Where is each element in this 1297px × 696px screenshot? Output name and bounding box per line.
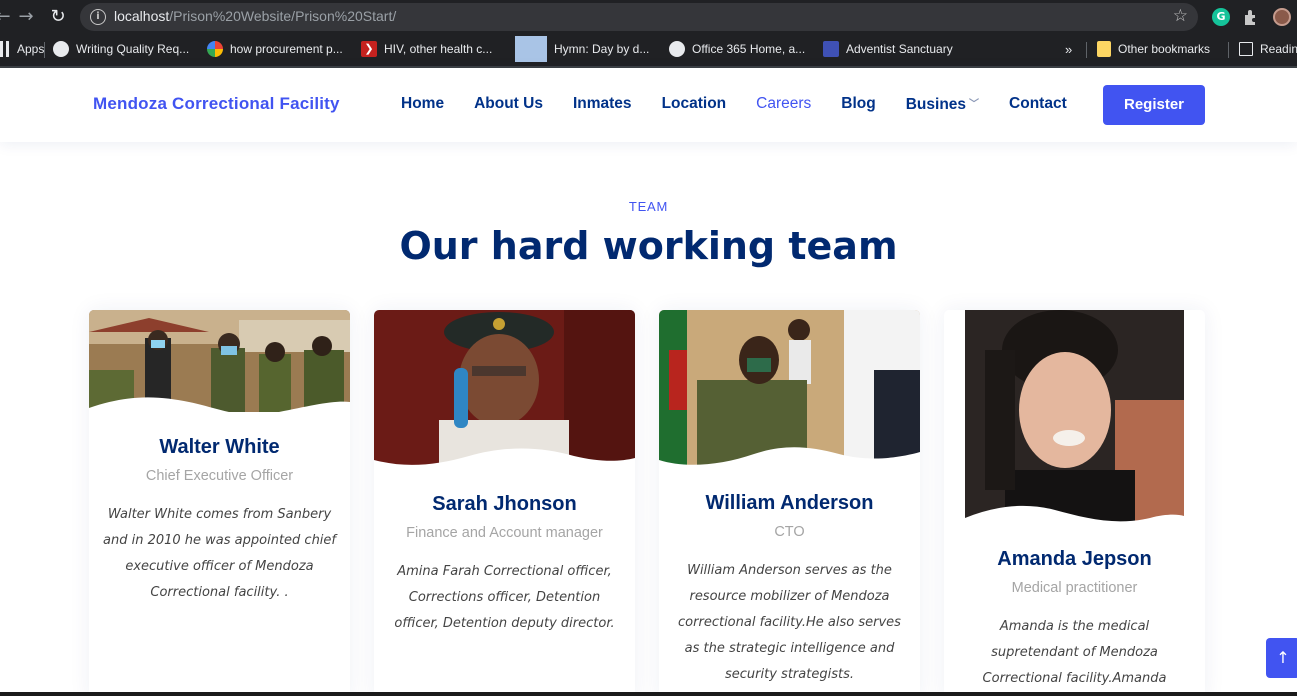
team-card: Sarah Jhonson Finance and Account manage… <box>374 310 635 696</box>
team-card: William Anderson CTO William Anderson se… <box>659 310 920 696</box>
nav-location[interactable]: Location <box>662 95 727 114</box>
forward-icon[interactable]: → <box>15 6 37 28</box>
globe-icon <box>53 41 69 57</box>
register-button[interactable]: Register <box>1103 85 1205 125</box>
back-to-top-button[interactable]: ↑ <box>1266 638 1297 678</box>
url-path: /Prison%20Website/Prison%20Start/ <box>169 8 397 24</box>
photo-smiling-woman <box>965 310 1184 522</box>
address-url[interactable]: localhost/Prison%20Website/Prison%20Star… <box>114 8 396 24</box>
member-bio: Walter White comes from Sanbery and in 2… <box>103 507 336 600</box>
apps-grid-icon <box>0 41 10 57</box>
member-role: Medical practitioner <box>1011 580 1138 596</box>
reload-icon[interactable]: ↻ <box>47 6 69 28</box>
section-title: Our hard working team <box>399 224 898 268</box>
nav-careers[interactable]: Careers <box>756 95 811 114</box>
globe-icon <box>669 41 685 57</box>
bookmark-writing-quality[interactable]: Writing Quality Req... <box>53 40 189 58</box>
hymn-thumbnail-icon <box>515 36 547 62</box>
address-bar[interactable]: i localhost/Prison%20Website/Prison%20St… <box>80 3 1198 31</box>
bookmark-label: Office 365 Home, a... <box>692 42 806 56</box>
back-icon[interactable]: ← <box>0 6 14 28</box>
nav-home[interactable]: Home <box>401 95 444 114</box>
bookmark-separator <box>1086 42 1087 58</box>
bookmark-office365[interactable]: Office 365 Home, a... <box>669 40 805 58</box>
extensions-puzzle-icon[interactable] <box>1242 8 1260 26</box>
member-bio: Amina Farah Correctional officer, Correc… <box>394 564 615 631</box>
overflow-chevron-icon: » <box>1065 41 1073 57</box>
bookmark-other[interactable]: Other bookmarks <box>1097 40 1210 58</box>
google-icon <box>207 41 223 57</box>
member-role: Finance and Account manager <box>406 525 603 541</box>
site-header: Mendoza Correctional Facility Home About… <box>0 68 1297 142</box>
member-role: CTO <box>774 524 805 540</box>
reading-list-icon <box>1239 42 1253 56</box>
profile-avatar-icon[interactable] <box>1273 8 1291 26</box>
bookmark-label: Hymn: Day by d... <box>554 42 650 56</box>
bookmark-label: Apps <box>17 42 45 56</box>
nav-inmates[interactable]: Inmates <box>573 95 632 114</box>
member-name: William Anderson <box>705 492 874 514</box>
browser-chrome: ← → ↻ i localhost/Prison%20Website/Priso… <box>0 0 1297 68</box>
bookmark-adventist[interactable]: Adventist Sanctuary <box>823 40 953 58</box>
nav-contact[interactable]: Contact <box>1009 95 1067 114</box>
bookmark-hymn[interactable]: Hymn: Day by d... <box>515 36 649 62</box>
bookmarks-overflow[interactable]: » <box>1065 40 1072 58</box>
red-chevron-icon: ❯ <box>361 41 377 57</box>
member-name: Sarah Jhonson <box>432 493 577 515</box>
member-name: Amanda Jepson <box>997 548 1152 570</box>
member-name: Walter White <box>159 436 280 458</box>
bookmarks-bar: Apps Writing Quality Req... how procurem… <box>0 34 1297 64</box>
bookmark-label: how procurement p... <box>230 42 343 56</box>
member-bio: Amanda is the medical supretendant of Me… <box>982 619 1167 686</box>
wave-divider <box>374 448 635 474</box>
member-photo <box>965 310 1184 522</box>
section-label: TEAM <box>628 199 669 214</box>
bookmark-apps[interactable]: Apps <box>0 40 44 58</box>
nav-business-label: Busines <box>905 96 967 113</box>
nav-about-us[interactable]: About Us <box>474 95 543 114</box>
member-role: Chief Executive Officer <box>145 468 294 484</box>
sanctuary-icon <box>823 41 839 57</box>
bookmark-hiv[interactable]: ❯ HIV, other health c... <box>361 40 492 58</box>
arrow-up-icon: ↑ <box>1276 648 1290 667</box>
bookmark-reading-list[interactable]: Readin <box>1239 40 1297 58</box>
team-card: Amanda Jepson Medical practitioner Amand… <box>944 310 1205 696</box>
wave-divider <box>89 397 350 420</box>
address-row: ← → ↻ i localhost/Prison%20Website/Priso… <box>0 0 1297 34</box>
wave-divider <box>659 447 920 472</box>
bookmark-procurement[interactable]: how procurement p... <box>207 40 343 58</box>
nav-blog[interactable]: Blog <box>841 95 875 114</box>
chevron-down-icon: ﹀ <box>969 99 980 110</box>
site-logo[interactable]: Mendoza Correctional Facility <box>93 94 340 114</box>
wave-divider <box>965 505 1184 532</box>
nav-business-dropdown[interactable]: Busines ﹀ <box>906 95 979 114</box>
bookmark-label: Other bookmarks <box>1118 42 1211 56</box>
bookmark-separator <box>44 42 45 58</box>
grammarly-extension-icon[interactable]: G <box>1212 8 1230 26</box>
team-card: Walter White Chief Executive Officer Wal… <box>89 310 350 696</box>
site-info-icon[interactable]: i <box>90 9 106 25</box>
member-bio: William Anderson serves as the resource … <box>678 563 901 682</box>
bookmark-label: Readin <box>1260 42 1297 56</box>
url-host: localhost <box>114 8 170 24</box>
bookmark-separator <box>1228 42 1229 58</box>
bookmark-star-icon[interactable]: ☆ <box>1173 6 1188 26</box>
folder-icon <box>1097 41 1111 57</box>
bookmark-label: HIV, other health c... <box>384 42 493 56</box>
bookmark-label: Adventist Sanctuary <box>846 42 953 56</box>
window-bottom-edge <box>0 692 1297 696</box>
bookmark-label: Writing Quality Req... <box>76 42 190 56</box>
main-nav: Home About Us Inmates Location Careers B… <box>401 95 1097 114</box>
